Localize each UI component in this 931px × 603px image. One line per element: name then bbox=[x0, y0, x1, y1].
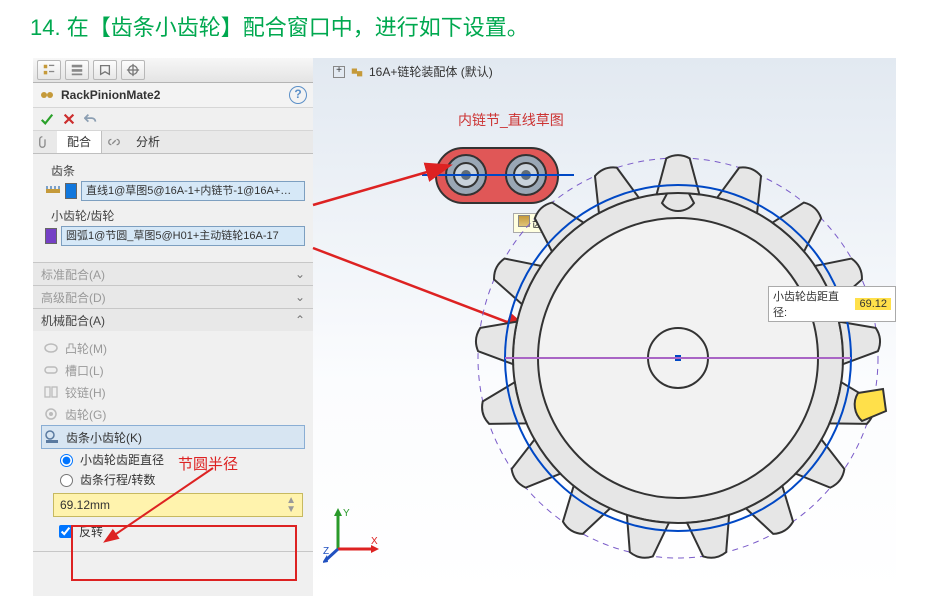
opt-gear[interactable]: 齿轮(G) bbox=[41, 403, 305, 425]
tab-mate[interactable]: 配合 bbox=[57, 131, 102, 153]
clip-icon bbox=[37, 134, 53, 150]
spinner-icon[interactable]: ▲▼ bbox=[286, 496, 296, 514]
cancel-icon[interactable] bbox=[61, 111, 77, 127]
reverse-checkbox[interactable] bbox=[59, 525, 72, 538]
cam-icon bbox=[43, 340, 59, 356]
radio-pitch-input[interactable] bbox=[60, 454, 73, 467]
gear-color-swatch bbox=[45, 228, 57, 244]
opt-rack-pinion[interactable]: 齿条小齿轮(K) bbox=[41, 425, 305, 449]
selection-group: 齿条 直线1@草图5@16A-1+内链节-1@16A+链轮 小齿轮/齿轮 圆弧1… bbox=[33, 154, 313, 263]
pitch-value-text: 69.12mm bbox=[60, 494, 110, 516]
link-icon bbox=[106, 134, 122, 150]
rack-select-icon bbox=[45, 183, 61, 199]
tab-propertytab-icon[interactable] bbox=[65, 60, 89, 80]
mech-mate-header[interactable]: 机械配合(A) ⌃ bbox=[33, 309, 313, 331]
view-axis-triad: Y X Z bbox=[323, 504, 383, 564]
tab-dimxpert-icon[interactable] bbox=[121, 60, 145, 80]
svg-text:Z: Z bbox=[323, 546, 329, 557]
feature-name: RackPinionMate2 bbox=[61, 88, 283, 102]
mech-mate-group: 机械配合(A) ⌃ 凸轮(M) 槽口(L) 铰链(H) 齿轮(G) 齿条小齿轮(K… bbox=[33, 309, 313, 552]
page-step-title: 14. 在【齿条小齿轮】配合窗口中，进行如下设置。 bbox=[0, 0, 931, 48]
adv-mate-group[interactable]: 高级配合(D) ⌄ bbox=[33, 286, 313, 309]
pitch-dim-value: 69.12 bbox=[855, 298, 891, 310]
annotation-pitch-radius: 节圆半径 bbox=[178, 453, 238, 474]
confirm-row bbox=[33, 108, 313, 131]
rackpinion-icon bbox=[44, 429, 60, 445]
rack-selection-row: 直线1@草图5@16A-1+内链节-1@16A+链轮 bbox=[45, 181, 305, 201]
chevron-down-icon: ⌄ bbox=[295, 290, 305, 304]
std-mate-group[interactable]: 标准配合(A) ⌄ bbox=[33, 263, 313, 286]
panel-sub-tabs: 配合 分析 bbox=[33, 131, 313, 154]
pitch-value-field[interactable]: 69.12mm ▲▼ bbox=[53, 493, 303, 517]
undo-icon[interactable] bbox=[83, 111, 99, 127]
adv-mate-label: 高级配合(D) bbox=[41, 289, 106, 306]
panel-top-tabs bbox=[33, 58, 313, 83]
property-panel: RackPinionMate2 ? 配合 分析 齿条 直线1@草图5@16A-1… bbox=[33, 58, 314, 596]
tab-analyze[interactable]: 分析 bbox=[126, 131, 170, 153]
svg-text:X: X bbox=[371, 536, 378, 547]
svg-text:Y: Y bbox=[343, 508, 350, 519]
slot-icon bbox=[43, 362, 59, 378]
pitch-dim-flag: 小齿轮齿距直径: 69.12 bbox=[768, 286, 896, 322]
screenshot-frame: RackPinionMate2 ? 配合 分析 齿条 直线1@草图5@16A-1… bbox=[33, 58, 896, 596]
gear-label: 小齿轮/齿轮 bbox=[51, 207, 305, 224]
rack-selection[interactable]: 直线1@草图5@16A-1+内链节-1@16A+链轮 bbox=[81, 181, 305, 201]
opt-cam[interactable]: 凸轮(M) bbox=[41, 337, 305, 359]
reverse-checkbox-row[interactable]: 反转 bbox=[55, 521, 305, 541]
gear-selection-row: 圆弧1@节圆_草图5@H01+主动链轮16A-17 bbox=[45, 226, 305, 246]
expand-icon[interactable]: + bbox=[333, 66, 345, 78]
help-icon[interactable]: ? bbox=[289, 86, 307, 104]
model-viewport[interactable]: + 16A+链轮装配体 (默认) 齿条 内链节_直线草图 主动链轮_节圆草图 bbox=[313, 58, 896, 596]
assembly-icon bbox=[349, 64, 365, 80]
pitch-dim-label: 小齿轮齿距直径: bbox=[773, 288, 851, 320]
opt-slot[interactable]: 槽口(L) bbox=[41, 359, 305, 381]
mate-icon bbox=[39, 87, 55, 103]
tab-config-icon[interactable] bbox=[93, 60, 117, 80]
tab-featuretree-icon[interactable] bbox=[37, 60, 61, 80]
gear-icon bbox=[43, 406, 59, 422]
gear-selection[interactable]: 圆弧1@节圆_草图5@H01+主动链轮16A-17 bbox=[61, 226, 305, 246]
radio-travel-input[interactable] bbox=[60, 474, 73, 487]
rack-color-swatch bbox=[65, 183, 77, 199]
assembly-tree-node[interactable]: + 16A+链轮装配体 (默认) bbox=[333, 63, 493, 80]
sprocket-part bbox=[463, 143, 893, 573]
assembly-name: 16A+链轮装配体 (默认) bbox=[369, 63, 493, 80]
rack-label: 齿条 bbox=[51, 162, 305, 179]
chevron-down-icon: ⌄ bbox=[295, 267, 305, 281]
mech-mate-label: 机械配合(A) bbox=[41, 312, 105, 329]
chevron-up-icon: ⌃ bbox=[295, 313, 305, 327]
feature-title-row: RackPinionMate2 ? bbox=[33, 83, 313, 108]
hinge-icon bbox=[43, 384, 59, 400]
std-mate-label: 标准配合(A) bbox=[41, 266, 105, 283]
opt-hinge[interactable]: 铰链(H) bbox=[41, 381, 305, 403]
annotation-link-sketch: 内链节_直线草图 bbox=[458, 110, 578, 130]
ok-icon[interactable] bbox=[39, 111, 55, 127]
